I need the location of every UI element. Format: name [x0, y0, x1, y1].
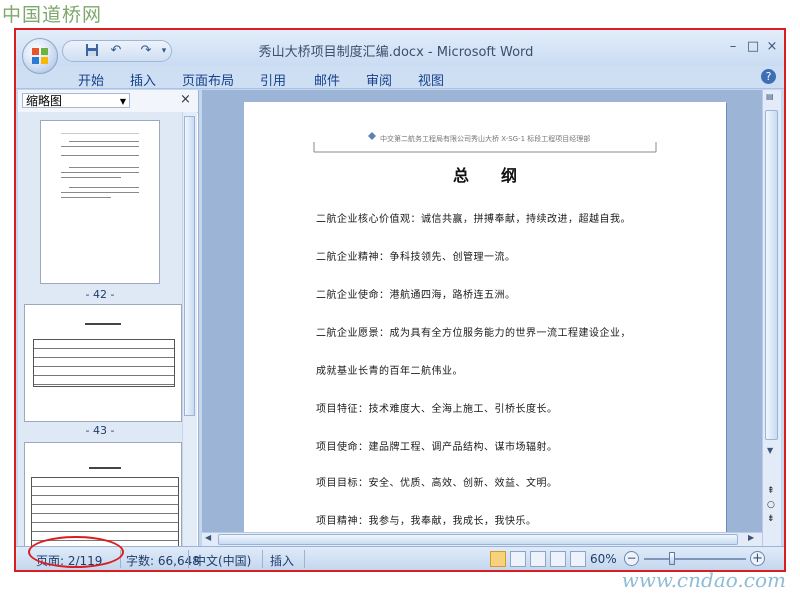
print-layout-icon[interactable] — [490, 551, 506, 567]
thumbnail-pane: 缩略图 ▼ × - 42 - - 43 - — [18, 90, 199, 546]
document-paragraph: 项目使命：建品牌工程、调产品结构、谋市场辐射。 — [316, 442, 558, 453]
header-text: 中交第二航务工程局有限公司秀山大桥 X-SG-1 标段工程项目经理部 — [380, 135, 591, 143]
document-page[interactable]: 中交第二航务工程局有限公司秀山大桥 X-SG-1 标段工程项目经理部 总 纲 二… — [244, 102, 726, 532]
document-paragraph: 二航企业愿景：成为具有全方位服务能力的世界一流工程建设企业， — [316, 328, 631, 339]
draft-view-icon[interactable] — [570, 551, 586, 567]
thumbnail-page-label: - 42 - — [85, 288, 115, 301]
status-divider — [262, 550, 263, 568]
tab-review[interactable]: 审阅 — [366, 70, 392, 89]
zoom-slider-handle[interactable] — [669, 552, 676, 565]
customize-qat-icon[interactable]: ▾ — [155, 43, 173, 59]
vertical-scrollbar[interactable]: ▤ ▼ ⇞ ○ ⇟ — [762, 90, 781, 546]
select-browse-object-icon[interactable]: ○ — [767, 500, 775, 510]
zoom-level[interactable]: 60% — [590, 552, 617, 566]
tab-mailings[interactable]: 邮件 — [314, 70, 340, 89]
document-paragraph: 项目目标：安全、优质、高效、创新、效益、文明。 — [316, 478, 558, 489]
page-thumbnail[interactable] — [40, 120, 160, 284]
document-title: 总 纲 — [452, 166, 517, 185]
insert-mode-status[interactable]: 插入 — [270, 552, 294, 569]
tab-references[interactable]: 引用 — [260, 70, 286, 89]
thumbnail-list: - 42 - - 43 - — [18, 112, 182, 546]
close-pane-icon[interactable]: × — [180, 92, 191, 107]
watermark-logo: 中国道桥网 — [2, 4, 103, 26]
thumbnail-scroll-thumb[interactable] — [184, 116, 195, 416]
document-paragraph: 二航企业核心价值观：诚信共赢，拼搏奉献，持续改进，超越自我。 — [316, 214, 631, 225]
thumbnail-scrollbar[interactable] — [182, 112, 197, 546]
undo-icon[interactable]: ↶ — [107, 43, 125, 59]
document-paragraph: 成就基业长青的百年二航伟业。 — [316, 366, 463, 377]
minimize-button[interactable]: – — [724, 39, 742, 55]
horizontal-scroll-thumb[interactable] — [218, 534, 738, 545]
save-icon[interactable] — [83, 43, 101, 59]
document-paragraph: 二航企业精神：争科技领先、创管理一流。 — [316, 252, 516, 263]
next-page-icon[interactable]: ⇟ — [767, 514, 775, 524]
chevron-down-icon: ▼ — [119, 97, 126, 106]
page-thumbnail[interactable] — [24, 442, 182, 546]
full-screen-reading-icon[interactable] — [510, 551, 526, 567]
highlight-ellipse — [28, 536, 124, 568]
redo-icon[interactable]: ↷ — [137, 43, 155, 59]
zoom-out-icon[interactable]: − — [624, 551, 639, 566]
vertical-scroll-thumb[interactable] — [765, 110, 778, 440]
scroll-down-icon[interactable]: ▼ — [767, 446, 773, 455]
ruler-toggle-icon[interactable]: ▤ — [766, 92, 774, 101]
zoom-slider-track[interactable] — [644, 558, 746, 560]
web-layout-icon[interactable] — [530, 551, 546, 567]
document-area: 中交第二航务工程局有限公司秀山大桥 X-SG-1 标段工程项目经理部 总 纲 二… — [202, 90, 762, 532]
scroll-left-icon[interactable]: ◀ — [205, 533, 211, 542]
page-thumbnail[interactable] — [24, 304, 182, 422]
document-paragraph: 项目精神：我参与，我奉献，我成长，我快乐。 — [316, 516, 537, 527]
watermark-url: www.cndao.com — [621, 568, 786, 592]
status-divider — [304, 550, 305, 568]
quick-access-toolbar: ↶ ↷ ▾ — [62, 40, 172, 62]
pane-view-select[interactable]: 缩略图 ▼ — [22, 93, 130, 108]
scroll-right-icon[interactable]: ▶ — [748, 533, 754, 542]
document-paragraph: 项目特征：技术难度大、全海上施工、引桥长度长。 — [316, 404, 558, 415]
thumbnail-pane-header: 缩略图 ▼ × — [18, 90, 198, 113]
title-bar: ↶ ↷ ▾ 秀山大桥项目制度汇编.docx - Microsoft Word –… — [16, 30, 784, 66]
pane-view-label: 缩略图 — [26, 94, 63, 108]
outline-view-icon[interactable] — [550, 551, 566, 567]
zoom-in-icon[interactable]: + — [750, 551, 765, 566]
close-button[interactable]: × — [763, 39, 781, 55]
previous-page-icon[interactable]: ⇞ — [767, 486, 775, 496]
office-logo-icon — [32, 48, 48, 64]
maximize-button[interactable]: □ — [744, 39, 762, 55]
tab-view[interactable]: 视图 — [418, 70, 444, 89]
thumbnail-page-label: - 43 - — [85, 424, 115, 437]
office-button[interactable] — [22, 38, 58, 74]
language-status[interactable]: 中文(中国) — [194, 552, 251, 569]
status-divider — [188, 550, 189, 568]
horizontal-scrollbar[interactable]: ◀ ▶ — [202, 532, 762, 547]
tab-page-layout[interactable]: 页面布局 — [182, 70, 234, 89]
tab-insert[interactable]: 插入 — [130, 70, 156, 89]
help-icon[interactable]: ? — [761, 69, 776, 84]
tab-home[interactable]: 开始 — [78, 70, 104, 89]
document-paragraph: 二航企业使命：港航通四海，路桥连五洲。 — [316, 290, 516, 301]
ribbon-tab-bar: 开始 插入 页面布局 引用 邮件 审阅 视图 ? — [16, 66, 784, 89]
word-window: ↶ ↷ ▾ 秀山大桥项目制度汇编.docx - Microsoft Word –… — [14, 28, 786, 572]
window-title: 秀山大桥项目制度汇编.docx - Microsoft Word — [258, 45, 534, 60]
